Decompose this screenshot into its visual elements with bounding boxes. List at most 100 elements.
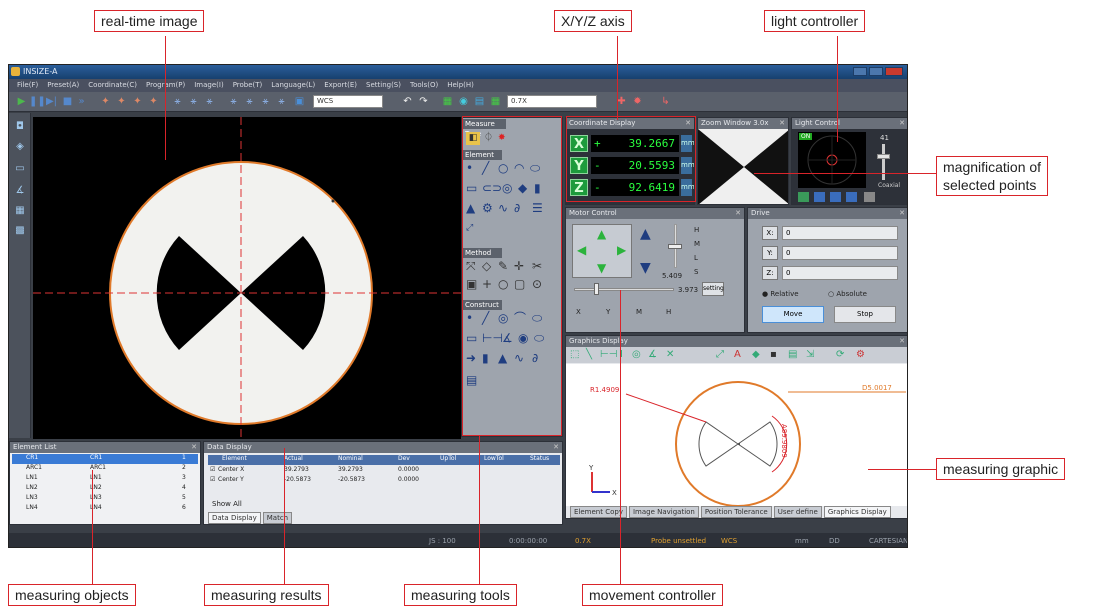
light-slider-track[interactable] [882,144,885,180]
close-icon[interactable]: ✕ [899,208,905,219]
table-row[interactable]: ☑ Center Y -20.5873 -20.5873 0.0000 [208,476,560,486]
redo-icon[interactable]: ↷ [417,95,430,108]
skip-icon[interactable]: » [75,95,88,108]
graphics-font-icon[interactable]: A [734,348,741,361]
speed-option-s[interactable]: S [694,268,698,276]
light-mode-1-icon[interactable] [798,192,809,202]
menu-probe[interactable]: Probe(T) [233,79,263,92]
graphics-print-icon[interactable]: ▪ [770,348,777,361]
list-item[interactable]: ARC1 ARC1 2 [10,464,200,474]
graphics-dim-icon[interactable]: ⊢⊣ [600,348,617,361]
pause-icon[interactable]: ❚❚ [29,95,46,108]
coord-load-icon[interactable]: ⚹ [243,95,256,108]
tab-position-tolerance[interactable]: Position Tolerance [700,506,772,518]
graphics-angle-icon[interactable]: ∡ [648,348,657,361]
list-item[interactable]: LN2 LN2 4 [10,484,200,494]
drive-z-input[interactable]: 0 [782,266,898,280]
drive-x-label[interactable]: X: [762,226,778,240]
camera-icon[interactable]: ◘ [13,121,27,133]
setting-button[interactable]: setting [702,282,724,296]
close-icon[interactable]: ✕ [899,118,905,129]
absolute-radio[interactable]: ○ Absolute [828,290,867,298]
fine-slider-thumb[interactable] [594,283,599,295]
probe-circle-icon[interactable]: ✦ [131,95,144,108]
axis-check-m[interactable]: M [636,308,642,316]
speed-slider-thumb[interactable] [668,244,682,249]
jog-up-icon[interactable]: ▲ [597,227,606,241]
axis-check-x[interactable]: X [576,308,581,316]
graphics-export-icon[interactable]: ⇲ [806,348,814,361]
run-icon[interactable]: ▶ [15,95,28,108]
graphics-refresh-icon[interactable]: ⟳ [836,348,844,361]
axis-check-h[interactable]: H [666,308,671,316]
close-icon[interactable]: ✕ [779,118,785,129]
coord-align-icon[interactable]: ⚹ [171,95,184,108]
ring-light-view[interactable]: ON [798,132,866,188]
graphics-select-icon[interactable]: ⬚ [570,348,579,361]
axis-check-y[interactable]: Y [606,308,610,316]
coaxial-option[interactable]: Coaxial [878,182,900,189]
measuring-graphic-canvas[interactable]: R1.4909 D5.0017 A89.9809 Y X [566,364,907,507]
zoom-select[interactable]: 0.7X [507,95,597,108]
list-item[interactable]: CR1 CR1 1 [10,454,200,464]
probe-point-icon[interactable]: ✦ [99,95,112,108]
list-item[interactable]: LN1 LN1 3 [10,474,200,484]
light-icon[interactable]: ✹ [631,95,644,108]
frame-icon[interactable]: ▭ [13,163,27,175]
speed-option-m[interactable]: M [694,240,700,248]
image-capture-icon[interactable]: ▦ [441,95,454,108]
speed-option-l[interactable]: L [694,254,698,262]
jog-right-icon[interactable]: ▶ [617,243,626,257]
table-row[interactable]: ☑ Center X 39.2793 39.2793 0.0000 [208,466,560,476]
relative-radio[interactable]: ● Relative [762,290,799,298]
tab-match[interactable]: Match [262,512,293,524]
speed-option-h[interactable]: H [694,226,699,234]
checkbox-icon[interactable]: ☑ [210,466,215,473]
z-down-icon[interactable]: ▼ [640,260,651,276]
probe-tool-icon[interactable]: ◈ [13,141,27,153]
menu-file[interactable]: File(F) [17,79,38,92]
stop-button[interactable]: Stop [834,306,896,323]
tab-data-display[interactable]: Data Display [208,512,261,524]
drive-x-input[interactable]: 0 [782,226,898,240]
z-up-icon[interactable]: ▲ [640,226,651,242]
coordinate-system-select[interactable]: WCS [313,95,383,108]
menu-export[interactable]: Export(E) [324,79,357,92]
maximize-button[interactable] [869,67,883,76]
menu-coordinate[interactable]: Coordinate(C) [88,79,137,92]
graphics-table-icon[interactable]: ▤ [788,348,797,361]
coord-copy-icon[interactable]: ⚹ [275,95,288,108]
jog-left-icon[interactable]: ◀ [577,243,586,257]
step-icon[interactable]: ▶| [45,95,58,108]
angle-icon[interactable]: ∡ [13,185,27,197]
coord-reset-icon[interactable]: ⚹ [259,95,272,108]
tab-user-define[interactable]: User define [773,506,822,518]
list-item[interactable]: LN3 LN3 5 [10,494,200,504]
drive-y-input[interactable]: 0 [782,246,898,260]
close-button[interactable] [885,67,903,76]
graphics-circle-icon[interactable]: ◎ [632,348,641,361]
coord-origin-icon[interactable]: ⚹ [187,95,200,108]
image-grid-icon[interactable]: ▦ [489,95,502,108]
show-all-checkbox[interactable]: Show All [212,500,242,508]
list-item[interactable]: LN4 LN4 6 [10,504,200,514]
menu-language[interactable]: Language(L) [271,79,315,92]
graphics-cross-icon[interactable]: ✕ [666,348,674,361]
probe-arc-icon[interactable]: ✦ [147,95,160,108]
drive-z-label[interactable]: Z: [762,266,778,280]
undo-icon[interactable]: ↶ [401,95,414,108]
probe-line-icon[interactable]: ✦ [115,95,128,108]
light-mode-3-icon[interactable] [830,192,841,202]
save-icon[interactable]: ▣ [293,95,306,108]
close-icon[interactable]: ✕ [735,208,741,219]
coord-rotate-icon[interactable]: ⚹ [203,95,216,108]
image-focus-icon[interactable]: ▤ [473,95,486,108]
graphics-zoom-icon[interactable]: ⤢ [716,348,724,361]
grid-small-icon[interactable]: ▦ [13,205,27,217]
menu-help[interactable]: Help(H) [447,79,474,92]
light-mode-4-icon[interactable] [846,192,857,202]
exit-icon[interactable]: ↳ [659,95,672,108]
real-time-image-view[interactable] [33,117,461,439]
graphics-fill-icon[interactable]: ◆ [752,348,760,361]
light-mode-2-icon[interactable] [814,192,825,202]
